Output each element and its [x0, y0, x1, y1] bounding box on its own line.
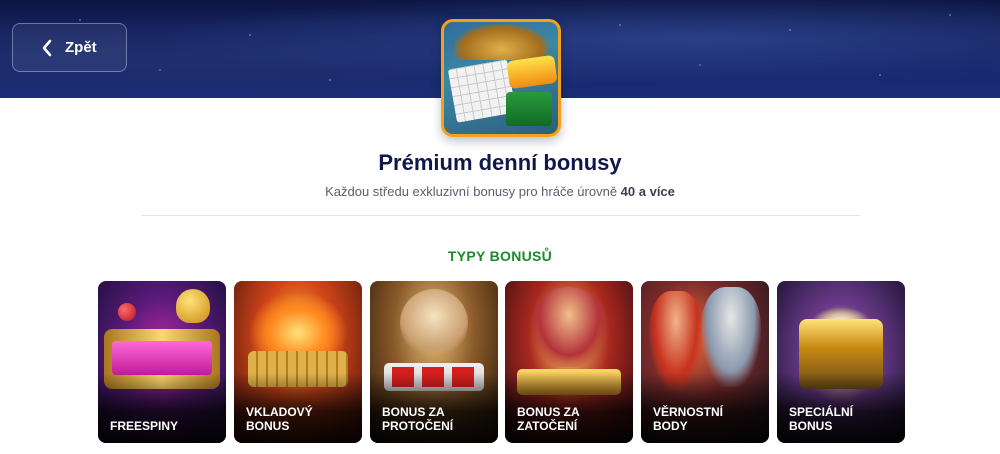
bonus-card-special[interactable]: SPECIÁLNÍ BONUS: [777, 281, 905, 443]
treasure-illustration: [454, 24, 549, 60]
divider: [141, 215, 860, 216]
subtitle-text: Každou středu exkluzivní bonusy pro hráč…: [325, 184, 621, 199]
bonus-card-label: BONUS ZA PROTOČENÍ: [382, 405, 454, 433]
chevron-left-icon: [42, 39, 52, 56]
bonus-card-freespins[interactable]: FREESPINY: [98, 281, 226, 443]
bonus-card-turnover[interactable]: BONUS ZA PROTOČENÍ: [370, 281, 498, 443]
zeus-illustration: [400, 289, 468, 357]
back-button-label: Zpět: [65, 39, 97, 56]
bonus-card-loyalty-points[interactable]: VĚRNOSTNÍ BODY: [641, 281, 769, 443]
bonus-card-label: BONUS ZA ZATOČENÍ: [517, 405, 580, 433]
character-illustration: [531, 287, 607, 367]
page-subtitle: Každou středu exkluzivní bonusy pro hráč…: [0, 184, 1000, 199]
bonus-card-label: FREESPINY: [110, 419, 179, 433]
bonus-card-spin[interactable]: BONUS ZA ZATOČENÍ: [505, 281, 633, 443]
bonus-card-label: VKLADOVÝ BONUS: [246, 405, 313, 433]
subtitle-level-highlight: 40 a více: [620, 184, 675, 199]
zeus-illustration: [701, 287, 761, 387]
back-button[interactable]: Zpět: [12, 23, 127, 72]
free-sign-illustration: [112, 341, 212, 375]
page-title: Prémium denní bonusy: [378, 150, 622, 175]
bonus-card-label: SPECIÁLNÍ BONUS: [789, 405, 854, 433]
section-heading-bonus-types: TYPY BONUSŮ: [447, 248, 553, 264]
bell-icon: [176, 289, 210, 323]
promo-thumbnail-image: [441, 19, 561, 137]
cherry-icon: [118, 303, 136, 321]
bonus-card-deposit[interactable]: VKLADOVÝ BONUS: [234, 281, 362, 443]
reels-illustration: [506, 92, 552, 126]
bonus-card-label: VĚRNOSTNÍ BODY: [653, 405, 724, 433]
game-logo-illustration: [506, 54, 558, 90]
